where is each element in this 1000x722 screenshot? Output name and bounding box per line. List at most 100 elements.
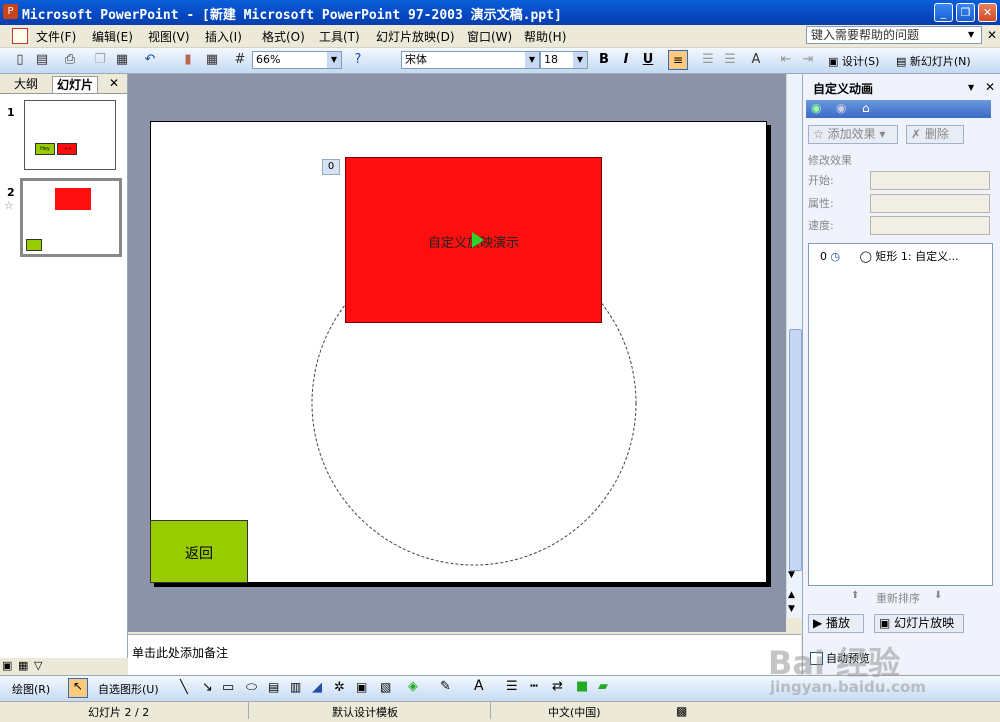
decrease-indent-icon[interactable]: ⇤ [778,52,794,68]
menu-tools[interactable]: 工具(T) [319,28,360,45]
tab-slides[interactable]: 幻灯片 [52,76,99,93]
font-size-select[interactable]: 18 ▼ [540,51,588,69]
align-left-button[interactable]: ≡ [668,50,688,70]
rectangle-icon[interactable]: ▭ [222,680,234,695]
font-color-icon[interactable]: A [474,678,484,694]
menu-format[interactable]: 格式(O) [262,28,305,45]
slideshow-label: 幻灯片放映 [894,616,955,630]
chart-icon[interactable]: ▮ [180,52,196,68]
close-document-button[interactable]: ✕ [987,28,997,42]
menu-window[interactable]: 窗口(W) [467,28,512,45]
clipart-icon[interactable]: ▣ [356,680,367,694]
next-slide-icon[interactable]: ▼ [788,604,795,614]
table-icon[interactable]: ▦ [204,52,220,68]
close-panel-icon[interactable]: ✕ [109,76,119,90]
slide-thumbnail-2[interactable] [20,178,122,257]
document-icon[interactable] [12,28,28,44]
animation-order-tag[interactable]: 0 [322,159,340,175]
3d-icon[interactable]: ▰ [598,679,608,694]
autoshapes-menu[interactable]: 自选图形(U) [98,681,159,697]
menu-file[interactable]: 文件(F) [36,28,76,45]
bold-button[interactable]: B [595,51,613,69]
scroll-thumb[interactable] [789,329,802,571]
select-pointer-icon[interactable]: ↖ [68,678,88,698]
slideshow-button[interactable]: ▣ 幻灯片放映 [874,614,964,633]
property-select[interactable] [870,194,990,213]
undo-icon[interactable]: ↶ [142,52,158,68]
tab-outline[interactable]: 大纲 [10,76,42,92]
zoom-select[interactable]: 66% ▼ [252,51,342,69]
increase-font-icon[interactable]: A [748,52,764,68]
play-button[interactable]: ▶ 播放 [808,614,864,633]
line-color-icon[interactable]: ✎ [440,679,451,694]
arrow-icon[interactable]: ↘ [202,680,213,695]
italic-button[interactable]: I [617,51,635,69]
line-icon[interactable]: ╲ [180,680,188,695]
dash-style-icon[interactable]: ┅ [530,679,538,694]
spelling-icon[interactable]: ▩ [676,704,687,718]
add-effect-button[interactable]: ☆ 添加效果 ▾ [808,125,898,144]
menu-help[interactable]: 帮助(H) [524,28,566,45]
underline-button[interactable]: U [639,51,657,69]
path-start-arrow-icon[interactable] [470,231,486,249]
slideshow-view-icon[interactable]: ▽ [34,659,42,672]
design-button[interactable]: ▣ 设计(S) [828,53,879,69]
animation-list[interactable] [808,243,993,586]
draw-menu[interactable]: 绘图(R) [12,681,50,697]
arrow-style-icon[interactable]: ⇄ [552,679,563,694]
reorder-down-icon[interactable]: ⬇ [934,590,942,601]
animation-list-item[interactable]: 0 ◷ ◯ 矩形 1: 自定义... [820,248,985,264]
numbered-list-icon[interactable]: ☰ [700,52,716,68]
menu-slideshow[interactable]: 幻灯片放映(D) [376,28,455,45]
scroll-down-icon[interactable]: ▼ [788,570,795,580]
notes-pane[interactable]: 单击此处添加备注 [128,634,801,675]
new-slide-button[interactable]: ▤ 新幻灯片(N) [896,53,971,69]
grid-icon[interactable]: # [232,52,248,68]
pane-menu-icon[interactable]: ▼ [968,83,974,92]
help-search-input[interactable]: 键入需要帮助的问题 [806,26,982,44]
slide-thumbnail-1[interactable]: Hey →→ [24,100,116,170]
bullet-list-icon[interactable]: ☰ [722,52,738,68]
paste-icon[interactable]: ▦ [114,52,130,68]
vertical-scrollbar[interactable] [786,74,803,618]
menu-insert[interactable]: 插入(I) [205,28,242,45]
thumb-green-box [26,239,42,251]
vertical-textbox-icon[interactable]: ▥ [290,680,301,694]
picture-icon[interactable]: ▧ [380,680,391,694]
normal-view-icon[interactable]: ▣ [2,659,12,672]
back-icon[interactable]: ◉ [811,101,821,115]
slide-sorter-icon[interactable]: ▦ [18,659,28,672]
start-select[interactable] [870,171,990,190]
font-select[interactable]: 宋体 ▼ [401,51,540,69]
oval-icon[interactable]: ⬭ [246,680,257,695]
status-language: 中文(中国) [548,706,601,719]
shadow-icon[interactable]: ■ [576,679,588,694]
fill-color-icon[interactable]: ◈ [408,679,418,694]
powerpoint-app-icon[interactable]: P [3,4,18,19]
speed-select[interactable] [870,216,990,235]
minimize-button[interactable]: _ [934,3,953,22]
new-document-icon[interactable]: ▯ [12,52,28,68]
menu-edit[interactable]: 编辑(E) [92,28,133,45]
increase-indent-icon[interactable]: ⇥ [800,52,816,68]
thumb-red-box [55,188,91,210]
modify-effect-label: 修改效果 [808,154,852,167]
open-icon[interactable]: ▤ [34,52,50,68]
help-dropdown-icon[interactable]: ▼ [968,30,974,39]
maximize-button[interactable]: ❐ [956,3,975,22]
close-button[interactable]: ✕ [978,3,997,22]
wordart-icon[interactable]: ◢ [312,680,322,695]
help-icon[interactable]: ? [350,52,366,68]
forward-icon[interactable]: ◉ [836,101,846,115]
diagram-icon[interactable]: ✲ [334,680,345,695]
home-icon[interactable]: ⌂ [862,101,870,115]
menu-view[interactable]: 视图(V) [148,28,190,45]
copy-icon[interactable]: ❐ [92,52,108,68]
pane-close-icon[interactable]: ✕ [985,80,995,94]
textbox-icon[interactable]: ▤ [268,680,279,694]
line-style-icon[interactable]: ☰ [506,679,518,694]
delete-effect-button[interactable]: ✗ 删除 [906,125,964,144]
previous-slide-icon[interactable]: ▲ [788,590,795,600]
reorder-up-icon[interactable]: ⬆ [851,590,859,601]
print-icon[interactable]: ⎙ [62,52,78,68]
